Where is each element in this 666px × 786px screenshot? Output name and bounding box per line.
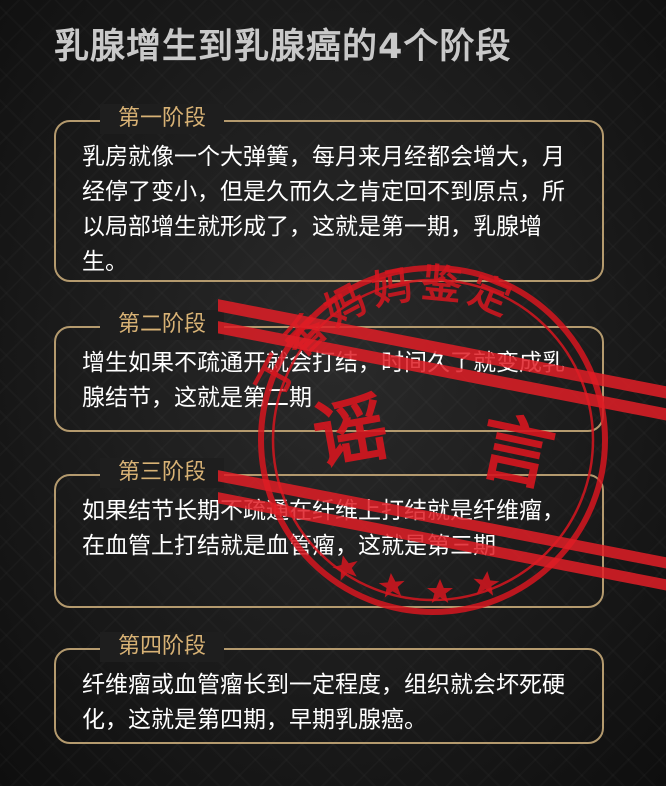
stage-text: 如果结节长期不疏通在纤维上打结就是纤维瘤，在血管上打结就是血管瘤，这就是第三期 — [82, 498, 565, 559]
stage-card-4: 第四阶段 纤维瘤或血管瘤长到一定程度，组织就会坏死硬化，这就是第四期，早期乳腺癌… — [54, 632, 604, 744]
stage-card-3: 第三阶段 如果结节长期不疏通在纤维上打结就是纤维瘤，在血管上打结就是血管瘤，这就… — [54, 458, 604, 608]
stage-label: 第一阶段 — [100, 104, 225, 134]
page-title: 乳腺增生到乳腺癌的4个阶段 — [54, 27, 512, 67]
stage-label: 第三阶段 — [100, 458, 225, 488]
stage-text: 纤维瘤或血管瘤长到一定程度，组织就会坏死硬化，这就是第四期，早期乳腺癌。 — [82, 672, 565, 733]
stage-text: 增生如果不疏通开就会打结，时间久了就变成乳腺结节，这就是第二期 — [82, 350, 565, 411]
stage-card-2: 第二阶段 增生如果不疏通开就会打结，时间久了就变成乳腺结节，这就是第二期 — [54, 310, 604, 432]
stage-label: 第四阶段 — [100, 632, 225, 662]
stage-text: 乳房就像一个大弹簧，每月来月经都会增大，月经停了变小，但是久而久之肯定回不到原点… — [82, 144, 565, 275]
stage-label: 第二阶段 — [100, 310, 225, 340]
stage-card-1: 第一阶段 乳房就像一个大弹簧，每月来月经都会增大，月经停了变小，但是久而久之肯定… — [54, 104, 604, 282]
